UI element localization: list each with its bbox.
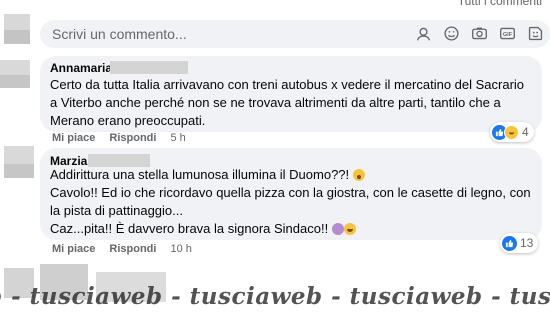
user-avatar [4,14,30,44]
composer-toolbar: GIF [415,25,544,42]
svg-text:GIF: GIF [503,32,513,38]
redacted-surname [110,61,188,74]
gif-icon[interactable]: GIF [499,25,516,42]
haha-icon [504,124,519,140]
sticker-icon[interactable] [527,25,544,42]
comment-line: a Viterbo anche perché non se ne trovava… [50,95,501,110]
comment-line: Addirittura una stella lumunosa illumina… [50,166,531,184]
reply-button[interactable]: Rispondi [109,132,156,144]
reply-button[interactable]: Rispondi [109,243,156,255]
like-button[interactable]: Mi piace [52,132,95,144]
commenter-avatar[interactable] [4,146,34,178]
comments-filter-dropdown[interactable]: Tutti i commenti [458,0,542,8]
camera-icon[interactable] [471,25,488,42]
like-button[interactable]: Mi piace [52,243,95,255]
reaction-summary[interactable]: 4 [490,122,534,142]
reaction-count: 13 [520,236,534,250]
timestamp[interactable]: 5 h [170,132,185,144]
avatar-sticker-icon[interactable] [415,25,432,42]
woman-shrugging-emoji-icon [331,223,344,235]
comment-line: Merano erano preoccupati. [50,113,206,128]
composer-placeholder: Scrivi un commento... [52,26,187,42]
comment-composer[interactable]: Scrivi un commento... GIF [40,20,550,48]
watermark: b - tusciaweb - tusciaweb - tusciaweb - … [0,283,550,310]
comment-actions: Mi piace Rispondi 5 h [52,132,186,144]
reaction-count: 4 [522,125,529,139]
laughing-emoji-icon [343,223,356,235]
comment-author[interactable]: Annamaria [50,61,112,75]
comment-line: Cavolo!! Ed io che ricordavo quella pizz… [50,185,531,200]
commenter-avatar[interactable] [0,60,30,88]
comment-line-text: Caz...pita!! È davvero brava la signora … [50,221,329,236]
astonished-emoji-icon [352,169,365,181]
reaction-summary[interactable]: 13 [500,233,539,253]
timestamp[interactable]: 10 h [170,243,191,255]
like-icon [502,235,517,251]
comment-text: Certo da tutta Italia arrivavano con tre… [50,76,524,130]
emoji-icon[interactable] [443,25,460,42]
comment-line: la pista di pattinaggio... [50,203,183,218]
comment-line: Certo da tutta Italia arrivavano con tre… [50,77,525,92]
comment-line: Caz...pita!! È davvero brava la signora … [50,220,531,238]
comment-actions: Mi piace Rispondi 10 h [52,243,192,255]
comment-line-text: Addirittura una stella lumunosa illumina… [50,167,350,182]
comment-text: Addirittura una stella lumunosa illumina… [50,166,531,238]
